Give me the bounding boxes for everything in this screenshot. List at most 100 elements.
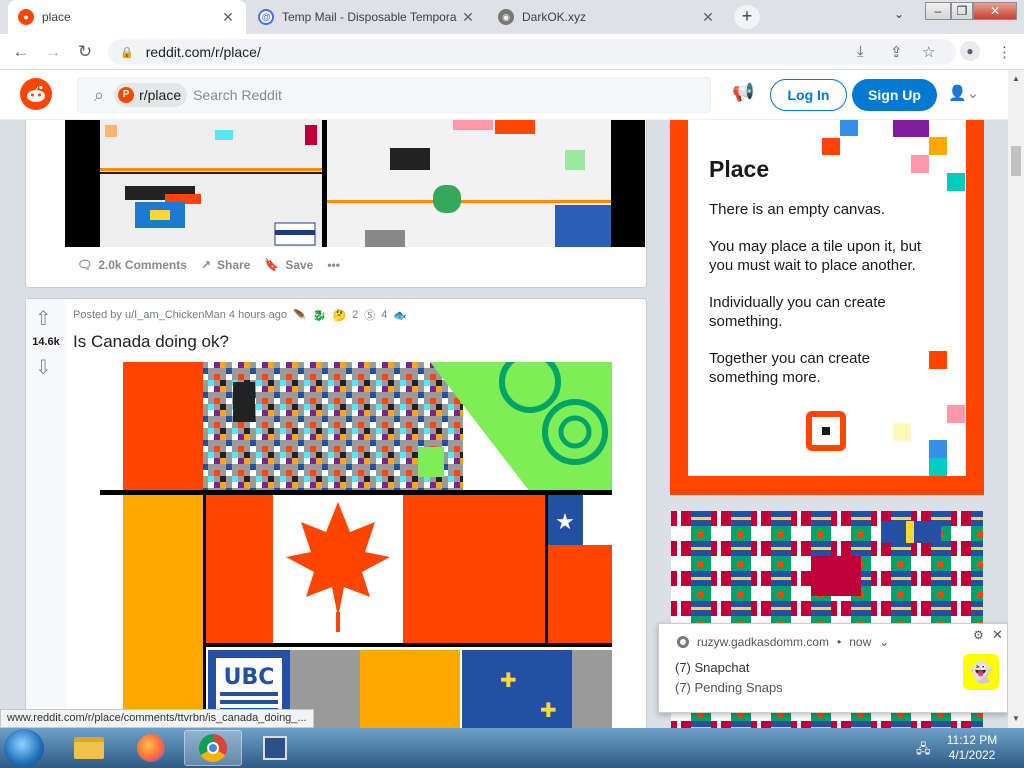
svg-text:✚: ✚ — [500, 668, 517, 692]
tab-title: Temp Mail - Disposable Tempora — [282, 10, 457, 24]
more-options-button[interactable]: ••• — [327, 258, 340, 272]
firefox-icon[interactable] — [122, 730, 180, 766]
post-action-bar: 🗨 2.0k Comments ↗ Share 🔖 Save ••• — [77, 258, 340, 272]
install-icon[interactable]: ⤓ — [857, 43, 864, 60]
close-icon[interactable]: ✕ — [460, 9, 476, 26]
share-arrow-icon: ↗ — [200, 258, 211, 272]
award-count: 2 — [352, 309, 359, 321]
bookmark-star-icon[interactable]: ☆ — [922, 43, 935, 61]
award-icon[interactable]: 🐉 — [313, 309, 327, 322]
sidebar-text: There is an empty canvas. — [709, 201, 885, 218]
clock-date: 4/1/2022 — [948, 748, 996, 762]
share-button[interactable]: ↗ Share — [201, 258, 250, 272]
pixel-decoration — [929, 440, 947, 458]
tab-search-icon[interactable]: ⌄ — [888, 7, 910, 27]
file-explorer-icon[interactable] — [60, 730, 118, 766]
pixel-decoration — [929, 137, 947, 155]
award-count: 4 — [381, 309, 388, 321]
search-icon: ⌕ — [94, 84, 105, 105]
scroll-down-arrow-icon[interactable]: ▼ — [1008, 714, 1024, 723]
vote-count: 14.6k — [32, 336, 60, 348]
pixel-decoration — [840, 120, 858, 136]
windows-taskbar: 🖧 11:12 PM 4/1/2022 — [0, 728, 1024, 768]
notification-title: (7) Snapchat — [675, 660, 750, 675]
system-clock[interactable]: 11:12 PM 4/1/2022 — [940, 733, 1004, 763]
comment-icon: 🗨 — [77, 258, 93, 272]
user-menu-icon[interactable]: 👤⌄ — [948, 84, 979, 102]
browser-notification[interactable]: ruzyw.gadkasdomm.com • now ⌄ ⚙ ✕ (7) Sna… — [658, 623, 1008, 713]
scrollbar-thumb[interactable] — [1011, 146, 1021, 176]
save-label: Save — [285, 258, 314, 272]
place-subreddit-icon: P — [118, 87, 135, 103]
reddit-icon: ● — [18, 9, 34, 25]
scroll-up-arrow-icon[interactable]: ▲ — [1008, 74, 1024, 83]
close-icon[interactable]: ✕ — [220, 9, 236, 26]
tab-title: DarkOK.xyz — [522, 10, 587, 24]
post-title[interactable]: Is Canada doing ok? — [73, 332, 229, 352]
forward-arrow-icon[interactable]: → — [42, 41, 64, 63]
tab-place[interactable]: ● place ✕ — [8, 0, 246, 34]
back-arrow-icon[interactable]: ← — [10, 41, 32, 63]
network-tray-icon[interactable]: 🖧 — [916, 740, 931, 762]
post-image-canada-flag[interactable]: ★ UBC ✚ ✚ — [100, 362, 612, 728]
posted-by-text[interactable]: Posted by u/I_am_ChickenMan 4 hours ago — [73, 309, 287, 321]
tab-temp-mail[interactable]: @ Temp Mail - Disposable Tempora ✕ — [248, 0, 486, 34]
comments-label: 2.0k Comments — [98, 258, 187, 272]
award-icon[interactable]: 🤔 — [332, 309, 346, 322]
svg-text:UBC: UBC — [224, 665, 275, 690]
status-url-bubble: www.reddit.com/r/place/comments/ttvrbn/i… — [0, 709, 314, 728]
pixel-decoration — [947, 405, 965, 423]
reload-icon[interactable]: ↻ — [74, 41, 96, 63]
pixel-decoration — [822, 138, 840, 155]
gear-icon[interactable]: ⚙ — [973, 628, 984, 642]
browser-tab-strip: ● place ✕ @ Temp Mail - Disposable Tempo… — [0, 0, 1024, 34]
downvote-arrow-icon[interactable]: ⇩ — [35, 355, 52, 380]
address-bar[interactable]: 🔒 reddit.com/r/place/ — [108, 39, 956, 65]
at-icon: @ — [258, 9, 274, 25]
network-app-icon[interactable] — [246, 730, 304, 766]
notification-domain: ruzyw.gadkasdomm.com — [697, 635, 830, 649]
notification-time: now — [849, 635, 872, 649]
clock-time: 11:12 PM — [946, 733, 998, 747]
chrome-icon[interactable] — [184, 730, 242, 766]
award-icon[interactable]: Ⓢ — [364, 307, 375, 323]
pixel-decoration — [893, 120, 929, 137]
svg-text:✚: ✚ — [540, 698, 557, 722]
comments-button[interactable]: 🗨 2.0k Comments — [77, 258, 187, 272]
url-text: reddit.com/r/place/ — [145, 44, 261, 60]
windows-start-button[interactable] — [4, 729, 44, 767]
login-button[interactable]: Log In — [770, 79, 847, 111]
close-icon[interactable]: ✕ — [992, 627, 1003, 643]
chevron-down-icon[interactable]: ⌄ — [879, 635, 889, 649]
post-image-place-canvas[interactable] — [65, 120, 645, 247]
reddit-search-bar[interactable]: ⌕ P r/place — [77, 77, 711, 113]
signup-button[interactable]: Sign Up — [852, 79, 937, 111]
subreddit-chip-label: r/place — [139, 87, 182, 103]
profile-icon[interactable]: ● — [960, 41, 980, 61]
reddit-logo-icon[interactable] — [20, 78, 52, 110]
pixel-decoration — [929, 458, 947, 476]
subreddit-chip[interactable]: P r/place — [114, 83, 188, 107]
lock-icon: 🔒 — [120, 46, 134, 59]
minimize-button[interactable]: – — [925, 2, 951, 20]
browser-toolbar: ← → ↻ 🔒 reddit.com/r/place/ ⤓ ⇪ ☆ ● ⋮ — [0, 34, 1024, 70]
close-icon[interactable]: ✕ — [700, 9, 716, 26]
award-icon[interactable]: 🐟 — [393, 309, 407, 322]
chrome-icon — [677, 636, 689, 648]
kebab-menu-icon[interactable]: ⋮ — [997, 43, 1012, 61]
save-button[interactable]: 🔖 Save — [264, 258, 313, 272]
upvote-arrow-icon[interactable]: ⇧ — [35, 306, 52, 331]
search-input[interactable] — [193, 87, 594, 103]
award-icon[interactable]: 🪶 — [293, 309, 307, 322]
share-icon[interactable]: ⇪ — [890, 43, 903, 61]
pixel-decoration — [929, 351, 947, 369]
megaphone-icon[interactable]: 📢 — [732, 82, 754, 103]
close-window-button[interactable]: ✕ — [973, 2, 1017, 20]
separator-dot: • — [837, 635, 842, 649]
tab-darkok[interactable]: ◉ DarkOK.xyz ✕ — [488, 0, 726, 34]
new-tab-button[interactable]: + — [734, 5, 760, 29]
maximize-button[interactable]: ❐ — [951, 2, 973, 20]
page-scrollbar[interactable]: ▲ ▼ — [1008, 70, 1024, 728]
tab-title: place — [42, 10, 71, 24]
place-logo-icon — [806, 411, 846, 451]
